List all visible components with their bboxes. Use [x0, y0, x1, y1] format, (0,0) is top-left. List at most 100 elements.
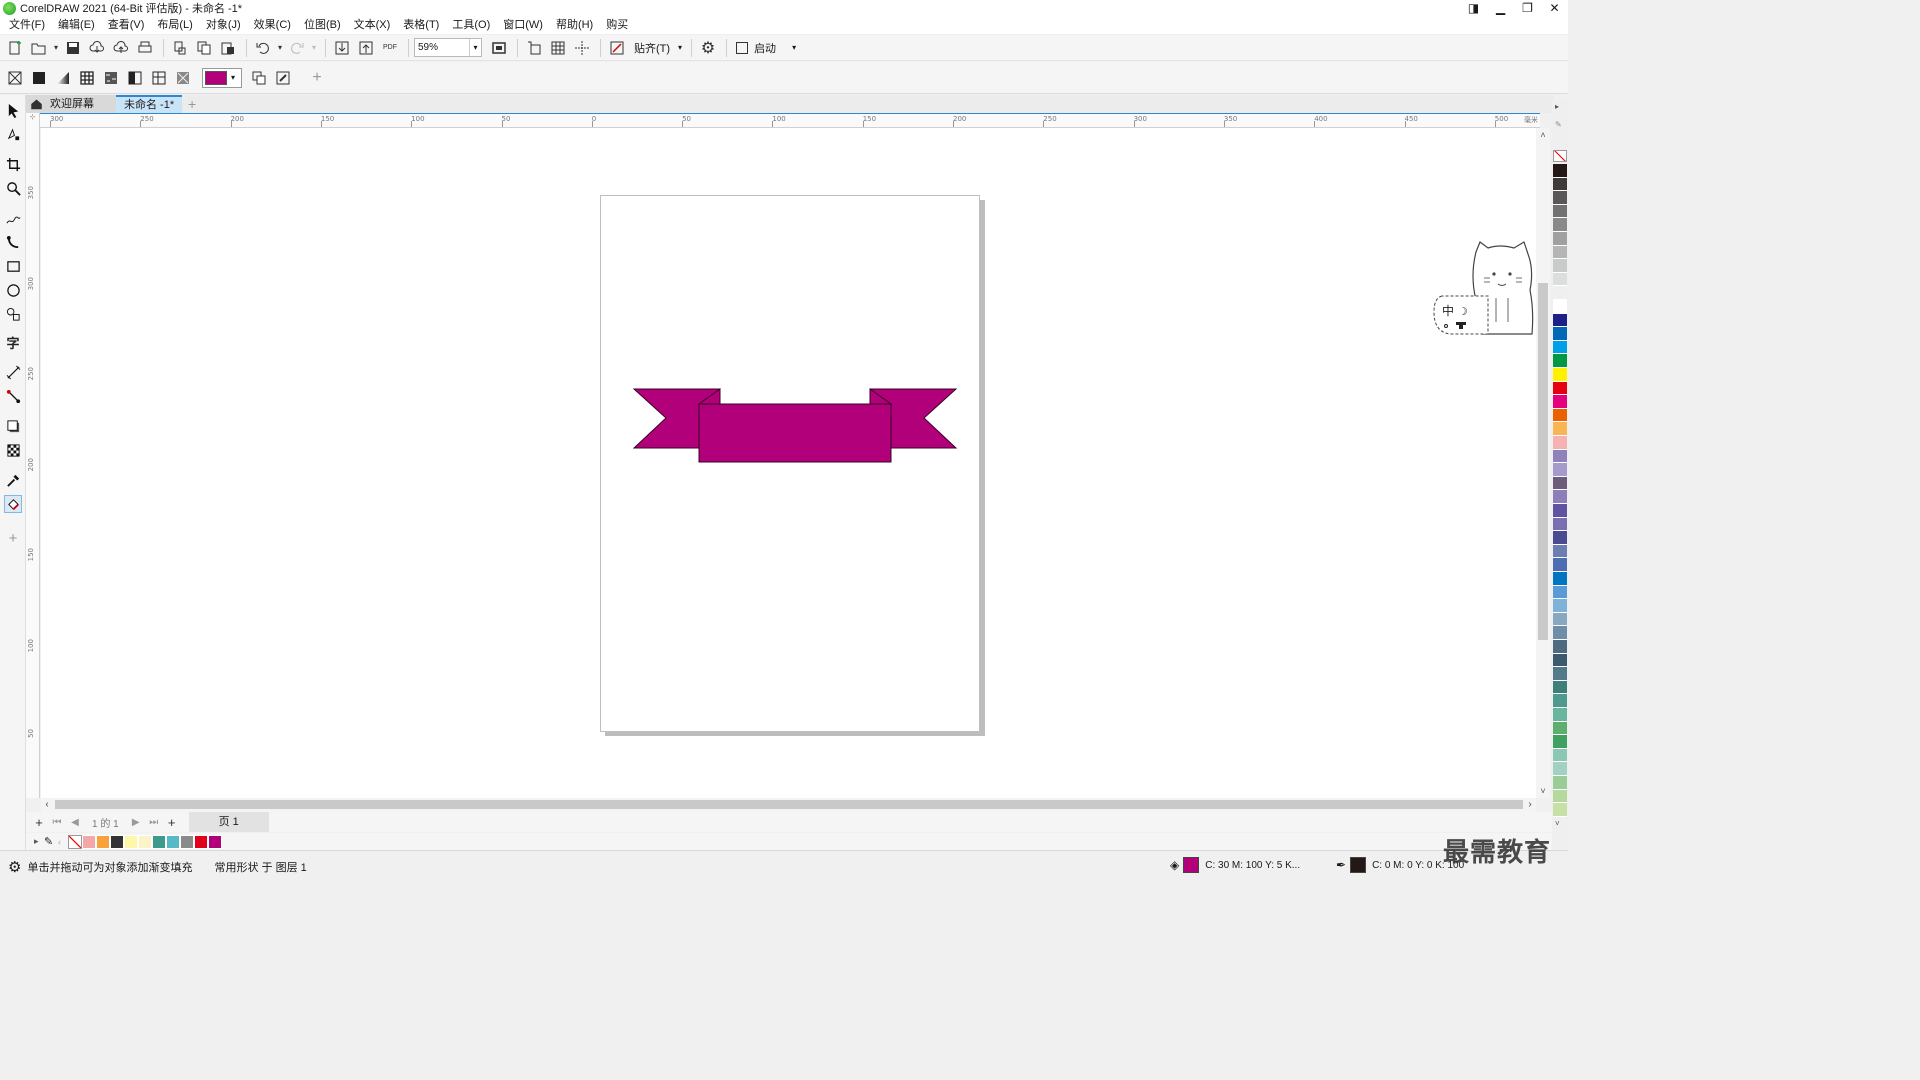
add-page-before-icon[interactable]: +	[30, 815, 48, 830]
freehand-tool-icon[interactable]	[4, 209, 22, 227]
palette-swatch[interactable]	[1553, 531, 1567, 545]
undo-icon[interactable]	[252, 38, 274, 58]
menu-edit[interactable]: 编辑(E)	[54, 16, 104, 34]
palette-swatch[interactable]	[1553, 354, 1567, 368]
palette-swatch[interactable]	[1553, 667, 1567, 681]
palette-swatch[interactable]	[1553, 422, 1567, 436]
document-palette-swatch[interactable]	[82, 834, 96, 849]
palette-swatch[interactable]	[1553, 640, 1567, 654]
copy-icon[interactable]	[193, 38, 215, 58]
palette-swatch[interactable]	[1553, 204, 1567, 219]
palette-swatch[interactable]	[1553, 395, 1567, 409]
previous-page-icon[interactable]: ◀	[66, 817, 84, 828]
crop-tool-icon[interactable]	[4, 155, 22, 173]
full-screen-preview-icon[interactable]	[488, 38, 510, 58]
palette-swatch[interactable]	[1553, 612, 1567, 627]
ruler-origin-icon[interactable]: ⊹	[26, 113, 40, 128]
vertical-ruler[interactable]: 350300250200150100500	[26, 128, 40, 798]
scroll-up-icon[interactable]: ˄	[1536, 130, 1550, 140]
texture-fill-icon[interactable]	[148, 68, 170, 88]
palette-swatch[interactable]	[1553, 164, 1567, 178]
scroll-right-icon[interactable]: ›	[1524, 798, 1536, 812]
palette-swatch[interactable]	[1553, 259, 1567, 273]
palette-swatch[interactable]	[1553, 517, 1567, 532]
palette-swatch[interactable]	[1553, 708, 1567, 722]
palette-swatch[interactable]	[1553, 436, 1567, 450]
palette-swatch[interactable]	[1553, 776, 1567, 790]
shape-tool-icon[interactable]	[4, 125, 22, 143]
export-icon[interactable]	[355, 38, 377, 58]
document-palette-swatch[interactable]	[180, 834, 194, 849]
polygon-tool-icon[interactable]	[4, 305, 22, 323]
zoom-tool-icon[interactable]	[4, 179, 22, 197]
palette-swatch[interactable]	[1553, 748, 1567, 763]
document-palette-swatch[interactable]	[138, 834, 152, 849]
palette-no-color[interactable]	[1553, 150, 1567, 162]
page-tab[interactable]: 页 1	[188, 812, 269, 832]
palette-swatch[interactable]	[1553, 272, 1567, 287]
new-document-icon[interactable]	[4, 38, 26, 58]
status-fill-indicator[interactable]: ◈ C: 30 M: 100 Y: 5 K...	[1170, 857, 1300, 873]
transparency-tool-icon[interactable]	[4, 441, 22, 459]
palette-pin-icon[interactable]: ✎	[1555, 120, 1562, 129]
show-rulers-icon[interactable]	[523, 38, 545, 58]
palette-swatch[interactable]	[1553, 313, 1567, 328]
open-dropdown-icon[interactable]: ▾	[52, 38, 60, 58]
bitmap-pattern-fill-icon[interactable]	[100, 68, 122, 88]
cat-floating-widget[interactable]: 中 ☽	[1432, 240, 1542, 338]
cloud-upload-icon[interactable]	[110, 38, 132, 58]
eyedropper-icon[interactable]: ✎	[44, 835, 58, 848]
menu-effects[interactable]: 效果(C)	[250, 16, 300, 34]
artistic-media-tool-icon[interactable]	[4, 233, 22, 251]
open-icon[interactable]	[28, 38, 50, 58]
text-tool-icon[interactable]: 字	[4, 333, 22, 352]
document-palette-swatch[interactable]	[96, 834, 110, 849]
palette-swatch[interactable]	[1553, 191, 1567, 205]
horizontal-scroll-thumb[interactable]	[55, 800, 1523, 809]
edit-fill-icon[interactable]	[272, 68, 294, 88]
palette-swatch[interactable]	[1553, 585, 1567, 600]
snap-to-button[interactable]: 贴齐(T) ▾	[630, 38, 686, 58]
postscript-fill-icon[interactable]	[172, 68, 194, 88]
ribbon-banner-shape[interactable]	[633, 388, 958, 464]
menu-window[interactable]: 窗口(W)	[499, 16, 552, 34]
redo-dropdown-icon[interactable]: ▾	[310, 38, 318, 58]
fountain-fill-icon[interactable]	[52, 68, 74, 88]
palette-swatch[interactable]	[1553, 490, 1567, 504]
cloud-download-icon[interactable]	[86, 38, 108, 58]
palette-swatch[interactable]	[1553, 544, 1567, 559]
tab-welcome-screen[interactable]: 欢迎屏幕	[26, 95, 116, 113]
add-page-after-icon[interactable]: +	[163, 815, 181, 830]
palette-swatch[interactable]	[1553, 680, 1567, 695]
account-icon[interactable]: ◨	[1460, 0, 1487, 16]
menu-layout[interactable]: 布局(L)	[153, 16, 201, 34]
palette-swatch[interactable]	[1553, 762, 1567, 776]
document-palette-swatch[interactable]	[124, 834, 138, 849]
pick-tool-icon[interactable]	[4, 101, 22, 119]
palette-swatch[interactable]	[1553, 245, 1567, 260]
settings-gear-icon[interactable]: ⚙	[8, 858, 21, 876]
palette-swatch[interactable]	[1553, 721, 1567, 736]
palette-swatch[interactable]	[1553, 340, 1567, 355]
redo-icon[interactable]	[286, 38, 308, 58]
palette-swatch[interactable]	[1553, 300, 1567, 314]
no-fill-icon[interactable]	[4, 68, 26, 88]
palette-swatch[interactable]	[1553, 694, 1567, 708]
document-palette-swatch[interactable]	[110, 834, 124, 849]
palette-swatch[interactable]	[1553, 476, 1567, 491]
show-guidelines-icon[interactable]	[571, 38, 593, 58]
dynamic-guides-icon[interactable]	[606, 38, 628, 58]
menu-text[interactable]: 文本(X)	[350, 16, 400, 34]
undo-dropdown-icon[interactable]: ▾	[276, 38, 284, 58]
menu-view[interactable]: 查看(V)	[104, 16, 154, 34]
application-launcher-button[interactable]: 启动 ▾	[732, 38, 800, 58]
palette-swatch[interactable]	[1553, 218, 1567, 232]
restore-button[interactable]: ❐	[1514, 0, 1541, 16]
palette-swatch[interactable]	[1553, 653, 1567, 668]
menu-tools[interactable]: 工具(O)	[448, 16, 499, 34]
vertical-scroll-thumb[interactable]	[1538, 283, 1548, 640]
vertical-scrollbar[interactable]: ˄ ˅	[1536, 128, 1550, 798]
eyedropper-tool-icon[interactable]	[4, 471, 22, 489]
ellipse-tool-icon[interactable]	[4, 281, 22, 299]
palette-swatch[interactable]	[1553, 789, 1567, 804]
